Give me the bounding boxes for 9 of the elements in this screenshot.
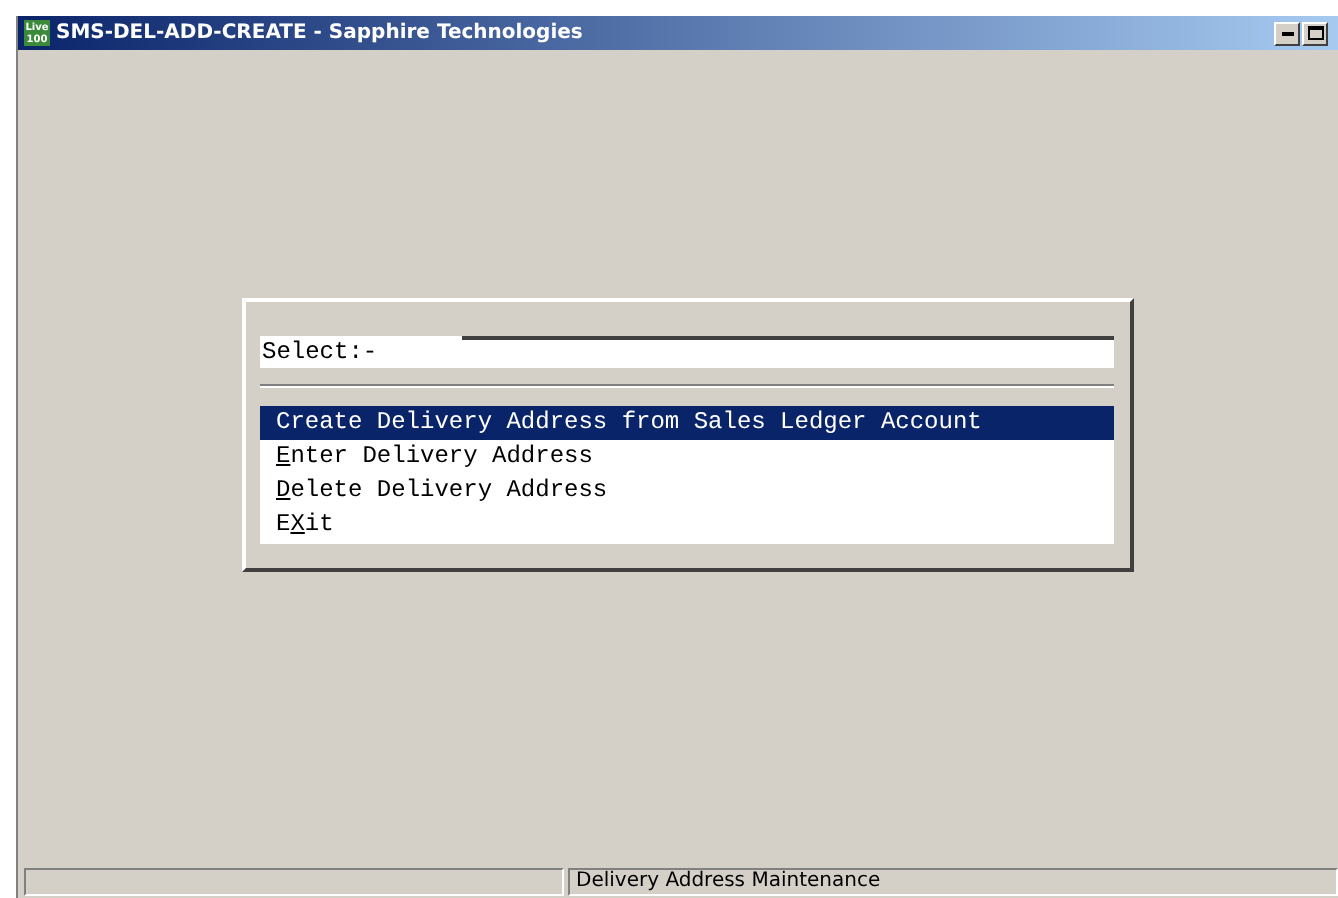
menu-item[interactable]: Create Delivery Address from Sales Ledger Account bbox=[260, 406, 1114, 440]
minimize-button[interactable] bbox=[1274, 21, 1300, 45]
maximize-button[interactable] bbox=[1302, 21, 1328, 45]
maximize-icon bbox=[1307, 26, 1323, 40]
status-text: Delivery Address Maintenance bbox=[568, 868, 1338, 896]
minimize-icon bbox=[1281, 31, 1293, 35]
select-label: Select:- bbox=[260, 336, 462, 368]
select-input-field[interactable] bbox=[462, 336, 1114, 368]
window-title: SMS-DEL-ADD-CREATE - Sapphire Technologies bbox=[56, 22, 583, 44]
